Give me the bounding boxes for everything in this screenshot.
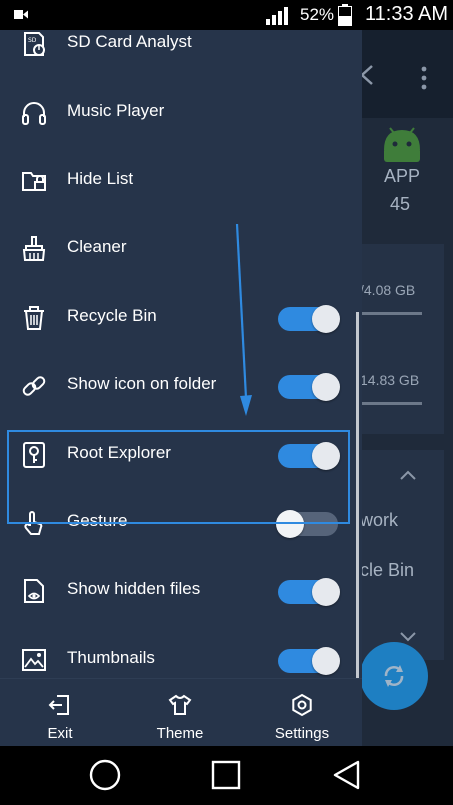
thumbnails-toggle[interactable]	[276, 647, 340, 675]
recents-icon[interactable]	[209, 758, 243, 792]
hidden-folder-icon	[22, 172, 46, 191]
drawer-scrollbar[interactable]	[356, 312, 359, 696]
storage-card	[352, 244, 444, 434]
drawer-item-label: Show hidden files	[67, 579, 201, 598]
drawer-item-label: Music Player	[67, 101, 165, 120]
settings-button[interactable]: Settings	[242, 679, 362, 746]
drawer-item-label: Show icon on folder	[67, 374, 217, 393]
theme-label: Theme	[156, 725, 204, 742]
drawer-item-label: Recycle Bin	[67, 306, 157, 325]
video-camera-icon	[14, 10, 28, 19]
sd-card-analyst-icon: SD	[24, 32, 45, 56]
storage-value-2: 14.83 GB	[360, 372, 420, 388]
show-icon-on-folder-toggle[interactable]	[276, 373, 340, 401]
gear-icon	[292, 693, 312, 717]
storage-value-1: /4.08 GB	[360, 282, 416, 298]
toggle-knob	[312, 647, 340, 675]
clock: 11:33 AM	[365, 3, 449, 25]
drawer-item-music-player[interactable]: Music Player	[0, 79, 362, 147]
trash-icon	[24, 306, 44, 330]
drawer-item-cleaner[interactable]: Cleaner	[0, 215, 362, 283]
refresh-fab[interactable]	[360, 642, 428, 710]
home-icon[interactable]	[88, 758, 122, 792]
system-navigation-bar	[0, 746, 453, 805]
drawer-item-label: Cleaner	[67, 237, 127, 256]
drawer-item-show-hidden-files[interactable]: Show hidden files	[0, 557, 362, 625]
settings-label: Settings	[274, 725, 330, 742]
shirt-icon	[168, 694, 192, 715]
svg-text:SD: SD	[28, 37, 37, 44]
headphones-icon	[22, 102, 46, 125]
back-icon[interactable]	[330, 758, 364, 792]
drawer-item-recycle-bin[interactable]: Recycle Bin	[0, 284, 362, 352]
broom-icon	[22, 236, 46, 261]
app-category-label: APP	[384, 166, 421, 186]
drawer-item-hide-list[interactable]: Hide List	[0, 147, 362, 215]
drawer-footer: Exit Theme Settings	[0, 678, 362, 746]
storage-bar-2	[362, 402, 422, 405]
background-list-item-work[interactable]: work	[360, 510, 398, 531]
battery-icon	[338, 4, 352, 26]
root-explorer-highlight-box	[7, 430, 350, 524]
drawer-item-label: SD Card Analyst	[67, 32, 192, 51]
hidden-file-icon	[24, 579, 44, 603]
storage-bar-1	[362, 312, 422, 315]
refresh-icon	[384, 665, 404, 687]
battery-percent: 52%	[300, 5, 335, 24]
toggle-knob	[312, 305, 340, 333]
exit-icon	[48, 695, 69, 715]
drawer-item-label: Thumbnails	[67, 648, 155, 667]
background-list-item-recycle-bin[interactable]: cle Bin	[360, 560, 414, 581]
toggle-knob	[312, 578, 340, 606]
status-bar: 52% 11:33 AM	[0, 0, 453, 30]
chevron-down-icon[interactable]	[400, 632, 416, 642]
image-icon	[22, 649, 46, 671]
chevron-up-icon[interactable]	[400, 470, 416, 480]
android-icon[interactable]	[380, 124, 424, 164]
drawer-item-show-icon-on-folder[interactable]: Show icon on folder	[0, 352, 362, 420]
link-icon	[22, 376, 46, 396]
drawer-item-sd-card-analyst[interactable]: SD SD Card Analyst	[0, 30, 362, 78]
exit-label: Exit	[47, 725, 73, 742]
more-options-icon[interactable]	[418, 66, 430, 90]
toggle-knob	[312, 373, 340, 401]
app-count: 45	[390, 194, 411, 214]
signal-icon	[266, 7, 288, 25]
show-hidden-files-toggle[interactable]	[276, 578, 340, 606]
exit-button[interactable]: Exit	[0, 679, 120, 746]
drawer-item-label: Hide List	[67, 169, 134, 188]
navigation-drawer: SD SD Card Analyst Music Player Hide Lis…	[0, 30, 362, 746]
shortcut-card	[352, 450, 444, 660]
annotation-arrow-icon	[235, 223, 252, 416]
theme-button[interactable]: Theme	[120, 679, 240, 746]
recycle-bin-toggle[interactable]	[276, 305, 340, 333]
